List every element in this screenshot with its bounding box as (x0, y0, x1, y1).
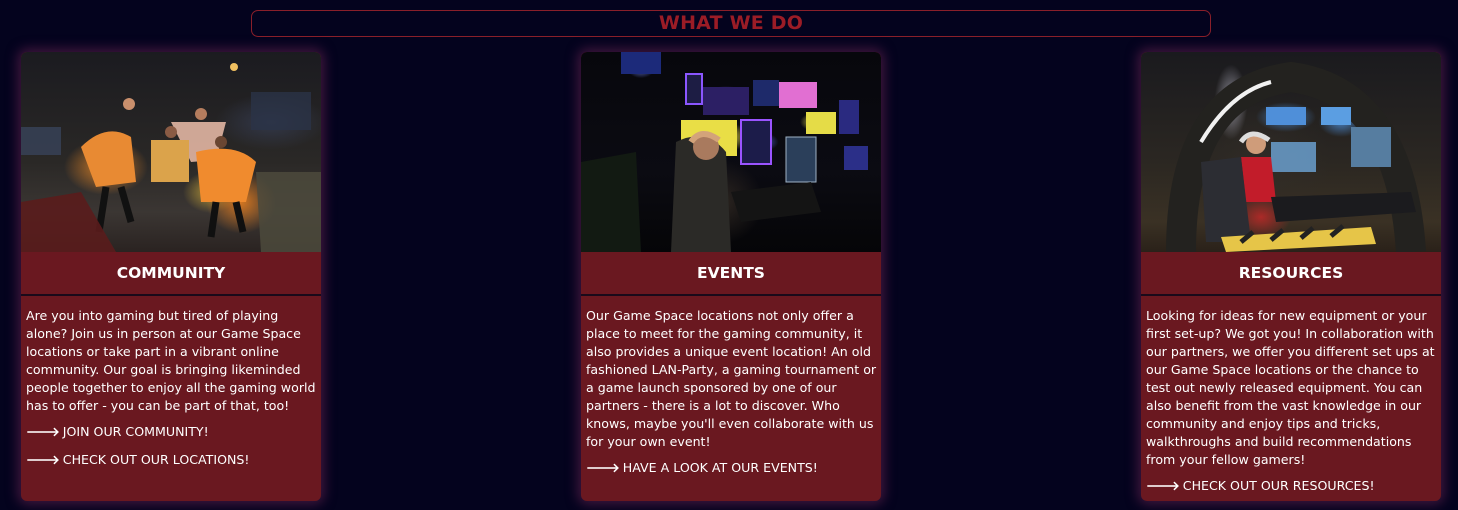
resources-description: Looking for ideas for new equipment or y… (1146, 308, 1435, 467)
arrow-right-icon: 🡒 (1146, 478, 1180, 493)
check-locations-label: CHECK OUT OUR LOCATIONS! (62, 452, 250, 467)
events-body: Our Game Space locations not only offer … (581, 296, 881, 493)
events-card: EVENTS Our Game Space locations not only… (581, 52, 881, 501)
resources-body: Looking for ideas for new equipment or y… (1141, 296, 1441, 501)
see-events-link[interactable]: 🡒 HAVE A LOOK AT OUR EVENTS! (586, 459, 877, 477)
community-photo-art (21, 63, 321, 252)
events-title: EVENTS (581, 252, 881, 296)
community-description: Are you into gaming but tired of playing… (26, 308, 316, 413)
join-community-label: JOIN OUR COMMUNITY! (62, 424, 209, 439)
arrow-right-icon: 🡒 (26, 452, 60, 467)
section-title: WHAT WE DO (251, 10, 1211, 37)
events-description: Our Game Space locations not only offer … (586, 308, 877, 449)
resources-title: RESOURCES (1141, 252, 1441, 296)
resources-card: RESOURCES Looking for ideas for new equi… (1141, 52, 1441, 501)
check-resources-label: CHECK OUT OUR RESOURCES! (1182, 478, 1375, 493)
arrow-right-icon: 🡒 (586, 460, 620, 475)
arrow-right-icon: 🡒 (26, 424, 60, 439)
check-locations-link[interactable]: 🡒 CHECK OUT OUR LOCATIONS! (26, 451, 317, 469)
community-card: COMMUNITY Are you into gaming but tired … (21, 52, 321, 501)
check-resources-link[interactable]: 🡒 CHECK OUT OUR RESOURCES! (1146, 477, 1437, 495)
community-image (21, 52, 321, 252)
events-photo-art (581, 52, 868, 252)
events-image (581, 52, 881, 252)
community-title: COMMUNITY (21, 252, 321, 296)
resources-image (1141, 52, 1441, 252)
community-body: Are you into gaming but tired of playing… (21, 296, 321, 485)
resources-photo-art (1166, 61, 1426, 252)
see-events-label: HAVE A LOOK AT OUR EVENTS! (622, 460, 818, 475)
join-community-link[interactable]: 🡒 JOIN OUR COMMUNITY! (26, 423, 317, 441)
